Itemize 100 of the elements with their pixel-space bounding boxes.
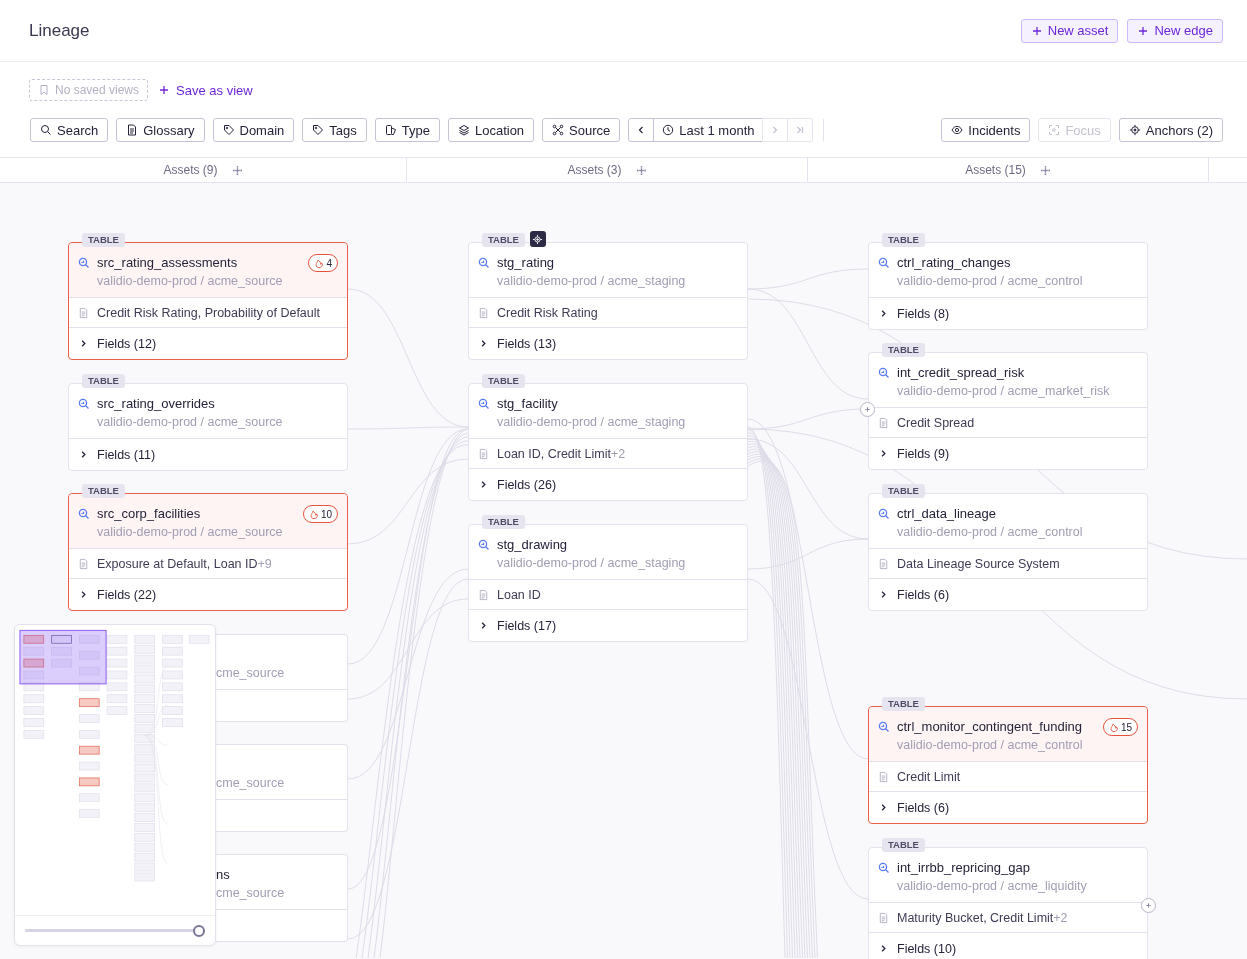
filter-button[interactable]: Type	[374, 118, 440, 142]
glossary-terms: Credit Limit	[897, 769, 961, 784]
filter-button[interactable]: Domain	[212, 118, 295, 142]
asset-path: validio-demo-prod / acme_liquidity	[897, 879, 1088, 893]
fields-toggle[interactable]: Fields (13)	[478, 336, 557, 351]
filter-button[interactable]: Search	[30, 118, 109, 142]
fields-toggle[interactable]: Fields (6)	[878, 587, 950, 602]
asset-path: validio-demo-prod / acme_source	[97, 415, 284, 429]
asset-card[interactable]: src_rating_overrides validio-demo-prod / acme_source Fields (11)	[68, 383, 348, 471]
asset-name[interactable]: src_rating_overrides	[97, 396, 338, 412]
asset-name[interactable]: ns	[216, 867, 338, 883]
view-button[interactable]: Anchors (2)	[1118, 118, 1223, 142]
table-search-icon	[878, 367, 890, 379]
asset-name[interactable]: int_irrbb_repricing_gap	[897, 860, 1138, 876]
table-search-icon	[878, 508, 890, 520]
fields-toggle[interactable]: Fields (10)	[878, 941, 957, 956]
filter-button[interactable]: Location	[447, 118, 535, 142]
asset-path: validio-demo-prod / acme_source	[97, 274, 284, 288]
column-title: Assets (15)	[965, 163, 1026, 177]
zoom-slider[interactable]	[25, 924, 205, 937]
nodes-icon	[552, 124, 565, 136]
fields-toggle[interactable]: Fields (22)	[78, 587, 157, 602]
incident-count[interactable]: 4	[308, 254, 338, 272]
search-icon	[40, 124, 52, 136]
fields-toggle[interactable]: Fields (26)	[478, 477, 557, 492]
move-icon[interactable]	[635, 164, 647, 176]
type-tag: TABLE	[882, 343, 925, 357]
asset-name[interactable]: stg_facility	[497, 396, 738, 412]
crosshair-icon	[1128, 124, 1141, 136]
asset-name[interactable]: src_corp_facilities	[97, 506, 296, 522]
document-icon	[478, 306, 489, 319]
fields-toggle[interactable]: Fields (8)	[878, 306, 950, 321]
type-tag: TABLE	[882, 484, 925, 498]
flame-icon	[308, 508, 319, 520]
glossary-terms: Maturity Bucket, Credit Limit+2	[897, 910, 1068, 925]
fields-toggle[interactable]: Fields (17)	[478, 618, 557, 633]
glossary-terms: Loan ID, Credit Limit+2	[497, 446, 626, 461]
filter-button[interactable]: Tags	[302, 118, 367, 142]
fields-toggle[interactable]: Fields (12)	[78, 336, 157, 351]
asset-path: validio-demo-prod / acme_staging	[497, 415, 687, 429]
document-icon	[478, 447, 489, 460]
asset-name[interactable]: src_rating_assessments	[97, 255, 302, 271]
add-button[interactable]: New edge	[1127, 18, 1223, 43]
column-title: Assets (9)	[163, 163, 218, 177]
glossary-terms: Exposure at Default, Loan ID+9	[97, 556, 272, 571]
asset-card[interactable]: int_irrbb_repricing_gap validio-demo-prod / acme_liquidity Maturity Bucket, Credit Limit+2 Fields (10)	[868, 847, 1148, 959]
asset-card[interactable]: ctrl_data_lineage validio-demo-prod / acme_control Data Lineage Source System Fields (6)	[868, 493, 1148, 611]
glossary-terms: Credit Risk Rating	[497, 305, 598, 320]
asset-name[interactable]: int_credit_spread_risk	[897, 365, 1138, 381]
previous-button[interactable]	[628, 118, 655, 142]
plus-icon	[1137, 24, 1150, 37]
asset-card[interactable]: src_corp_facilities validio-demo-prod / acme_source 10 Exposure at Default, Loan ID+9 Fields (22)	[68, 493, 348, 611]
fields-toggle[interactable]: Fields (9)	[878, 446, 950, 461]
asset-name[interactable]: stg_drawing	[497, 537, 738, 553]
incident-count[interactable]: 10	[302, 505, 338, 523]
incident-count[interactable]: 15	[1102, 718, 1138, 736]
asset-card[interactable]: ctrl_monitor_contingent_funding validio-demo-prod / acme_control 15 Credit Limit Fields (6)	[868, 706, 1148, 824]
table-search-icon	[478, 398, 490, 410]
asset-path: validio-demo-prod / acme_staging	[497, 274, 687, 288]
move-icon[interactable]	[1039, 164, 1051, 176]
asset-path: cme_source	[216, 886, 286, 900]
asset-path: validio-demo-prod / acme_staging	[497, 556, 687, 570]
type-tag: TABLE	[482, 515, 525, 529]
layers-icon	[457, 124, 470, 136]
asset-name[interactable]: ctrl_data_lineage	[897, 506, 1138, 522]
asset-card[interactable]: ns cme_source	[216, 854, 348, 942]
type-tag: TABLE	[482, 233, 525, 247]
asset-card[interactable]: stg_facility validio-demo-prod / acme_staging Loan ID, Credit Limit+2 Fields (26)	[468, 383, 748, 501]
add-button[interactable]: New asset	[1020, 18, 1119, 43]
document-icon	[78, 557, 89, 570]
asset-path: cme_source	[216, 776, 286, 790]
asset-card[interactable]: stg_drawing validio-demo-prod / acme_staging Loan ID Fields (17)	[468, 524, 748, 642]
asset-card[interactable]: src_rating_assessments validio-demo-prod / acme_source 4 Credit Risk Rating, Probability of Default Fields (12)	[68, 242, 348, 360]
time-range-button[interactable]: Last 1 month	[653, 118, 764, 142]
asset-name[interactable]: ctrl_rating_changes	[897, 255, 1138, 271]
tag-icon	[222, 124, 235, 136]
filter-button[interactable]: Glossary	[116, 118, 205, 142]
type-tag: TABLE	[482, 374, 525, 388]
eye-icon	[951, 124, 964, 136]
anchor-icon[interactable]	[529, 231, 546, 247]
page-title: Lineage	[29, 20, 91, 41]
move-icon[interactable]	[231, 164, 243, 176]
plus-icon	[1030, 24, 1043, 37]
document-icon	[878, 911, 889, 924]
document-icon	[878, 770, 889, 783]
document-icon	[78, 306, 89, 319]
asset-card[interactable]: stg_rating validio-demo-prod / acme_staging Credit Risk Rating Fields (13)	[468, 242, 748, 360]
type-tag: TABLE	[82, 484, 125, 498]
asset-path: validio-demo-prod / acme_market_risk	[897, 384, 1111, 398]
view-button[interactable]: Incidents	[941, 118, 1031, 142]
save-view-link[interactable]: Save as view	[158, 82, 253, 98]
fields-toggle[interactable]: Fields (6)	[878, 800, 950, 815]
asset-card[interactable]: ctrl_rating_changes validio-demo-prod / acme_control Fields (8)	[868, 242, 1148, 330]
asset-name[interactable]: stg_rating	[497, 255, 738, 271]
fields-toggle[interactable]: Fields (11)	[78, 447, 156, 462]
asset-card[interactable]: int_credit_spread_risk validio-demo-prod / acme_market_risk Credit Spread Fields (9)	[868, 352, 1148, 470]
asset-name[interactable]: ctrl_monitor_contingent_funding	[897, 719, 1096, 735]
flame-icon	[1108, 721, 1119, 733]
bookmark-icon	[38, 84, 50, 96]
filter-button[interactable]: Source	[542, 118, 621, 142]
